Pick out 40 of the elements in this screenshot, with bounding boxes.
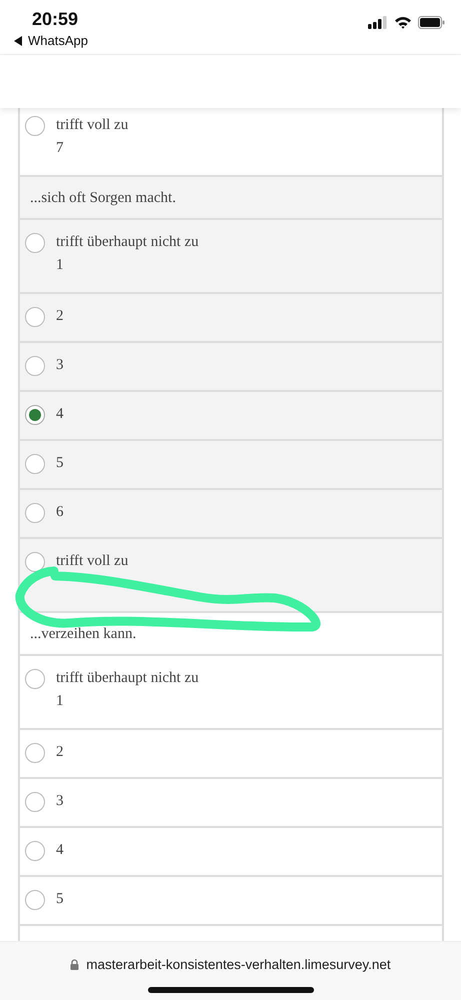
home-indicator[interactable] (148, 987, 314, 993)
radio-button[interactable] (25, 669, 45, 689)
option-label: trifft überhaupt nicht zu (56, 670, 199, 687)
radio-button[interactable] (25, 405, 45, 425)
option-label: trifft voll zu (56, 553, 128, 570)
option-label: trifft voll zu (56, 117, 128, 134)
option-value: 1 (56, 257, 64, 274)
radio-button[interactable] (25, 116, 45, 136)
radio-button[interactable] (25, 307, 45, 327)
radio-button[interactable] (25, 890, 45, 910)
option-value: 7 (56, 140, 64, 157)
radio-button[interactable] (25, 454, 45, 474)
wifi-icon (394, 16, 412, 28)
signal-icon (368, 16, 388, 28)
battery-icon (418, 16, 445, 28)
url-text[interactable]: masterarbeit-konsistentes-verhalten.limesurvey.net (86, 957, 391, 972)
question-statement: ...verzeihen kann. (30, 626, 136, 642)
radio-button[interactable] (25, 503, 45, 523)
option-value: 3 (56, 357, 64, 374)
radio-button[interactable] (25, 552, 45, 572)
option-value: 4 (56, 406, 64, 423)
option-label: trifft überhaupt nicht zu (56, 234, 199, 251)
option-value: 2 (56, 744, 64, 761)
option-value: 3 (56, 793, 64, 810)
radio-button[interactable] (25, 792, 45, 812)
clock-time: 20:59 (32, 9, 80, 30)
lock-icon (70, 959, 80, 970)
option-value: 4 (56, 842, 64, 859)
radio-button[interactable] (25, 356, 45, 376)
radio-button[interactable] (25, 841, 45, 861)
option-value: 6 (56, 504, 64, 521)
option-value: 1 (56, 693, 64, 710)
radio-button[interactable] (25, 743, 45, 763)
back-link[interactable]: WhatsApp (28, 33, 88, 48)
question-statement: ...sich oft Sorgen macht. (30, 190, 176, 206)
option-value: 5 (56, 455, 64, 472)
option-value: 5 (56, 891, 64, 908)
radio-button[interactable] (25, 233, 45, 253)
option-value: 2 (56, 308, 64, 325)
back-arrow-icon[interactable] (14, 36, 23, 46)
